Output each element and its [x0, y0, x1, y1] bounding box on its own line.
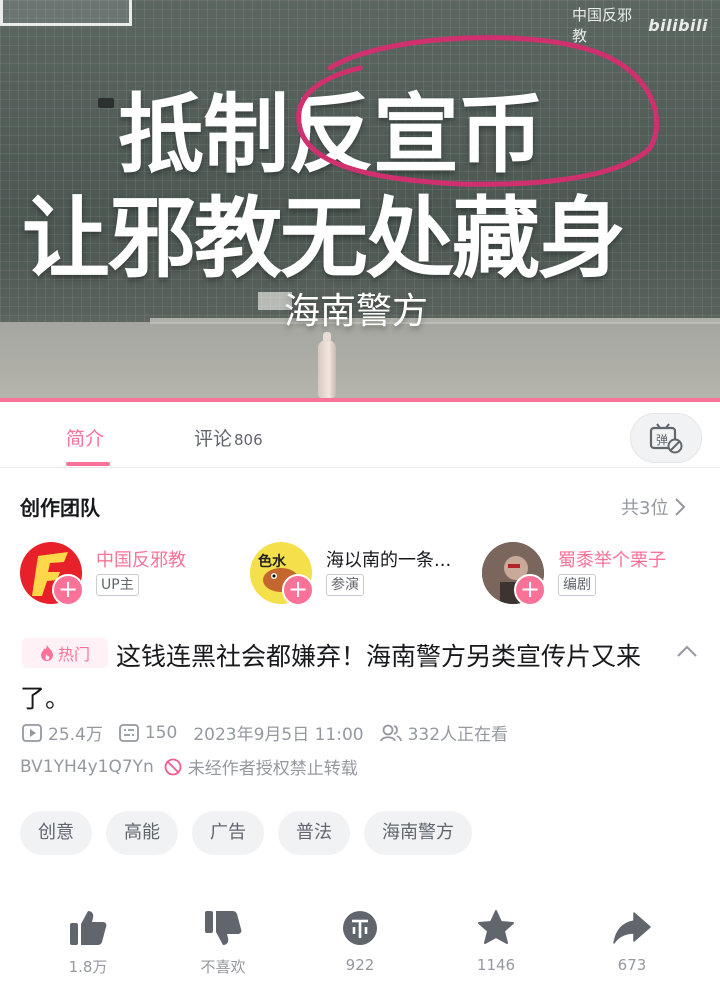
watching-users-icon — [379, 724, 402, 741]
hot-badge-label: 热门 — [57, 645, 90, 664]
tag-chip[interactable]: 普法 — [278, 811, 350, 855]
tab-bar: 简介 评论 806 弹 — [0, 402, 720, 468]
danmaku-toggle-button[interactable]: 弹 — [630, 413, 702, 463]
forbidden-icon — [164, 758, 182, 775]
tab-active-indicator — [66, 462, 110, 466]
flame-icon — [40, 645, 53, 661]
follow-plus-button[interactable]: + — [52, 574, 84, 606]
video-player[interactable]: 中国反邪教 bilibili 抵制反宣币 让邪教无处藏身 海南警方 — [0, 0, 720, 402]
video-id-row: BV1YH4y1Q7Yn 未经作者授权禁止转载 — [20, 754, 358, 780]
annotation-circle — [296, 35, 660, 187]
views-count: 25.4万 — [48, 725, 103, 745]
danmaku-off-icon: 弹 — [649, 423, 683, 454]
member-name[interactable]: 海以南的一条... — [326, 546, 451, 572]
coin-icon — [343, 911, 377, 945]
chevron-up-icon[interactable] — [676, 644, 698, 658]
video-pipe — [98, 98, 114, 108]
tag-list: 创意 高能 广告 普法 海南警方 — [20, 811, 472, 855]
publish-time: 2023年9月5日 11:00 — [193, 720, 363, 745]
tab-comments-label: 评论 — [194, 428, 233, 450]
coin-count: 922 — [345, 956, 375, 974]
favorite-button[interactable]: 1146 — [446, 906, 546, 974]
video-bottle — [318, 332, 336, 398]
thumbs-up-icon — [70, 911, 107, 945]
watching-count: 332人正在看 — [407, 725, 509, 745]
tag-chip[interactable]: 创意 — [20, 811, 92, 855]
follow-plus-button[interactable]: + — [514, 574, 546, 606]
share-count: 673 — [617, 956, 647, 974]
video-stats: 25.4万 150 2023年9月5日 11:00 332人正在看 — [22, 720, 524, 745]
repost-notice: 未经作者授权禁止转载 — [164, 754, 358, 779]
tag-chip[interactable]: 广告 — [192, 811, 264, 855]
tab-comments[interactable]: 评论 806 — [194, 424, 263, 451]
member-name[interactable]: 蜀黍举个栗子 — [558, 546, 666, 572]
member-name[interactable]: 中国反邪教 — [96, 546, 186, 572]
chevron-right-icon — [675, 498, 686, 516]
like-count: 1.8万 — [68, 958, 108, 976]
tag-chip[interactable]: 海南警方 — [364, 811, 472, 855]
share-icon — [613, 912, 651, 944]
team-header: 创作团队 — [20, 496, 100, 520]
like-button[interactable]: 1.8万 — [38, 906, 138, 977]
favorite-count: 1146 — [476, 956, 516, 974]
tab-intro[interactable]: 简介 — [66, 424, 104, 451]
tab-intro-label: 简介 — [66, 428, 105, 450]
coin-button[interactable]: 922 — [310, 906, 410, 974]
hot-badge[interactable]: 热门 — [22, 638, 108, 668]
dislike-label: 不喜欢 — [200, 958, 246, 976]
video-floor-edge — [150, 318, 720, 324]
team-count-label: 共3位 — [621, 498, 669, 519]
dislike-button[interactable]: 不喜欢 — [173, 906, 273, 977]
member-role: 编剧 — [558, 574, 596, 596]
follow-plus-button[interactable]: + — [282, 574, 314, 606]
danmaku-glyph: 弹 — [656, 433, 668, 447]
video-title: 这钱连黑社会都嫌弃！海南警方另类宣传片又来了。 — [20, 642, 642, 713]
tab-comments-count: 806 — [234, 431, 263, 449]
svg-text:色水: 色水 — [258, 553, 287, 570]
watching-stat: 332人正在看 — [379, 720, 509, 745]
tag-chip[interactable]: 高能 — [106, 811, 178, 855]
member-role: UP主 — [96, 574, 139, 596]
bvid-text[interactable]: BV1YH4y1Q7Yn — [20, 757, 154, 777]
thumbs-down-icon — [205, 911, 242, 945]
danmaku-count-icon — [118, 723, 139, 742]
share-button[interactable]: 673 — [582, 906, 682, 974]
video-window — [0, 0, 132, 26]
publish-time-text: 2023年9月5日 11:00 — [193, 725, 364, 745]
team-count-link[interactable]: 共3位 — [621, 494, 686, 520]
star-icon — [478, 910, 514, 944]
video-caption-credit: 海南警方 — [284, 291, 429, 332]
repost-notice-text: 未经作者授权禁止转载 — [187, 759, 358, 779]
danmaku-count: 150 — [144, 722, 178, 743]
play-count-icon — [22, 723, 42, 742]
views-stat: 25.4万 — [22, 720, 103, 745]
video-floor — [0, 322, 720, 402]
member-role: 参演 — [326, 574, 364, 596]
danmaku-stat: 150 — [118, 722, 178, 743]
